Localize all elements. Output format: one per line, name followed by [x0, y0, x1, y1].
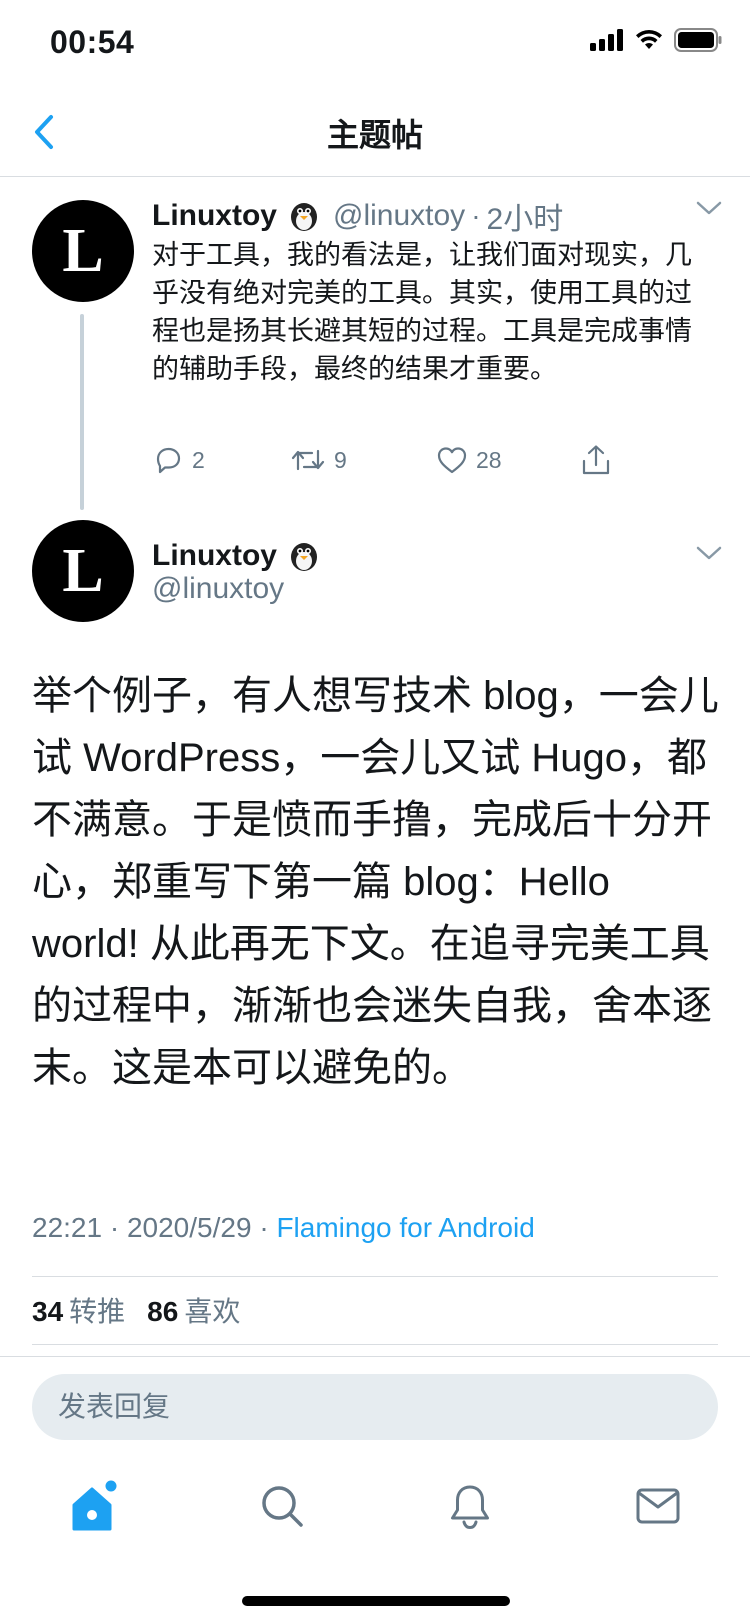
likes-stat[interactable]: 86 喜欢: [147, 1296, 240, 1327]
reply-button[interactable]: 2: [152, 440, 205, 480]
tab-notifications[interactable]: [440, 1476, 500, 1536]
tweet-text: 举个例子，有人想写技术 blog，一会儿试 WordPress，一会儿又试 Hu…: [32, 674, 719, 1090]
navigation-bar: 主题帖: [0, 90, 750, 177]
tweet-time: 22:21: [32, 1212, 103, 1243]
tweet-stats: 34 转推 86 喜欢: [32, 1290, 240, 1330]
likes-count: 86: [147, 1296, 179, 1327]
tweet-actions: 2 9 28: [152, 440, 652, 486]
chevron-down-icon[interactable]: [694, 198, 724, 218]
tab-search[interactable]: [252, 1476, 312, 1536]
share-button[interactable]: [580, 440, 612, 480]
retweet-count: 9: [334, 446, 347, 473]
avatar[interactable]: L: [32, 520, 134, 622]
reply-icon: [156, 447, 181, 474]
reply-bar-divider: [0, 1356, 750, 1357]
retweets-count: 34: [32, 1296, 64, 1327]
tab-home[interactable]: [64, 1476, 124, 1536]
page-title: 主题帖: [326, 117, 423, 153]
penguin-icon: [287, 199, 321, 233]
status-bar: 00:54: [0, 0, 750, 90]
likes-label: 喜欢: [184, 1296, 241, 1327]
retweet-icon: [291, 449, 325, 471]
divider: [32, 1344, 718, 1345]
share-icon: [582, 445, 610, 475]
tweet-source-link[interactable]: Flamingo for Android: [276, 1212, 534, 1243]
author-handle[interactable]: @linuxtoy: [152, 572, 284, 606]
chevron-down-icon[interactable]: [694, 543, 724, 563]
divider: [32, 1276, 718, 1277]
retweets-stat[interactable]: 34 转推: [32, 1296, 125, 1327]
tweet-header: Linuxtoy @linuxtoy · 2小时: [152, 196, 563, 236]
thread-connector-line: [80, 314, 84, 510]
separator-dot: ·: [471, 200, 481, 231]
tweet-text: 对于工具，我的看法是，让我们面对现实，几乎没有绝对完美的工具。其实，使用工具的过…: [152, 240, 692, 384]
tweet-time-ago: 2小时: [486, 203, 564, 236]
signal-icon: [590, 29, 623, 51]
penguin-icon: [287, 539, 321, 573]
status-time: 00:54: [50, 24, 135, 60]
tweet-header: Linuxtoy: [152, 536, 321, 576]
status-icons: [590, 28, 722, 52]
separator-dot: ·: [259, 1212, 269, 1243]
tweet-date: 2020/5/29: [126, 1212, 252, 1243]
tab-messages[interactable]: [628, 1476, 688, 1536]
home-icon: [72, 1480, 117, 1531]
mail-icon: [636, 1488, 680, 1524]
bell-icon: [451, 1485, 489, 1530]
avatar[interactable]: L: [32, 200, 134, 302]
separator-dot: ·: [109, 1212, 120, 1243]
like-count: 28: [476, 446, 502, 473]
author-handle[interactable]: @linuxtoy: [333, 199, 465, 233]
author-name[interactable]: Linuxtoy: [152, 199, 277, 233]
like-button[interactable]: 28: [436, 440, 502, 480]
reply-input[interactable]: [32, 1374, 718, 1440]
reply-count: 2: [192, 446, 205, 473]
retweet-button[interactable]: 9: [290, 440, 347, 480]
author-name[interactable]: Linuxtoy: [152, 539, 277, 573]
wifi-icon: [636, 29, 662, 49]
home-indicator[interactable]: [242, 1596, 510, 1606]
tweet-metadata: 22:21 · 2020/5/29 · Flamingo for Android: [32, 1212, 535, 1244]
search-icon: [262, 1486, 303, 1527]
tab-bar: [0, 1470, 750, 1550]
retweets-label: 转推: [69, 1296, 126, 1327]
heart-icon: [437, 447, 467, 474]
battery-icon: [674, 28, 722, 52]
